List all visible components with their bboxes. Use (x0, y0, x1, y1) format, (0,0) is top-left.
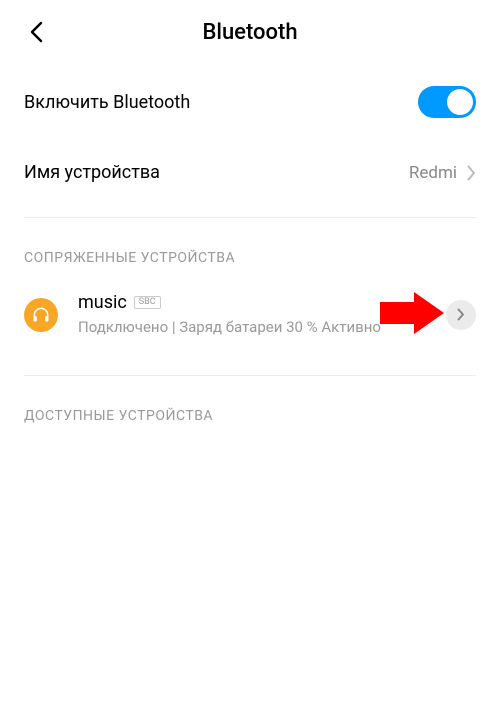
enable-bluetooth-label: Включить Bluetooth (24, 92, 190, 113)
paired-device-row[interactable]: music SBC Подключено | Заряд батареи 30 … (0, 274, 500, 355)
headphones-icon (24, 298, 58, 332)
device-name-value: Redmi (409, 163, 457, 183)
device-name-label: Имя устройства (24, 162, 160, 183)
device-name-row[interactable]: Имя устройства Redmi (0, 140, 500, 205)
bluetooth-toggle[interactable] (418, 86, 476, 118)
device-info: music SBC Подключено | Заряд батареи 30 … (78, 292, 426, 337)
chevron-right-icon (467, 165, 476, 181)
enable-bluetooth-row[interactable]: Включить Bluetooth (0, 64, 500, 140)
toggle-knob (447, 89, 473, 115)
page-title: Bluetooth (202, 20, 297, 45)
paired-devices-header: СОПРЯЖЕННЫЕ УСТРОЙСТВА (0, 218, 500, 274)
device-name: music (78, 292, 127, 313)
codec-badge: SBC (134, 296, 161, 309)
available-devices-header: ДОСТУПНЫЕ УСТРОЙСТВА (0, 376, 500, 432)
device-status: Подключено | Заряд батареи 30 % Активно (78, 317, 426, 337)
back-button[interactable] (24, 20, 48, 44)
chevron-right-icon (457, 308, 465, 321)
device-settings-button[interactable] (446, 300, 476, 330)
chevron-left-icon (29, 21, 43, 43)
